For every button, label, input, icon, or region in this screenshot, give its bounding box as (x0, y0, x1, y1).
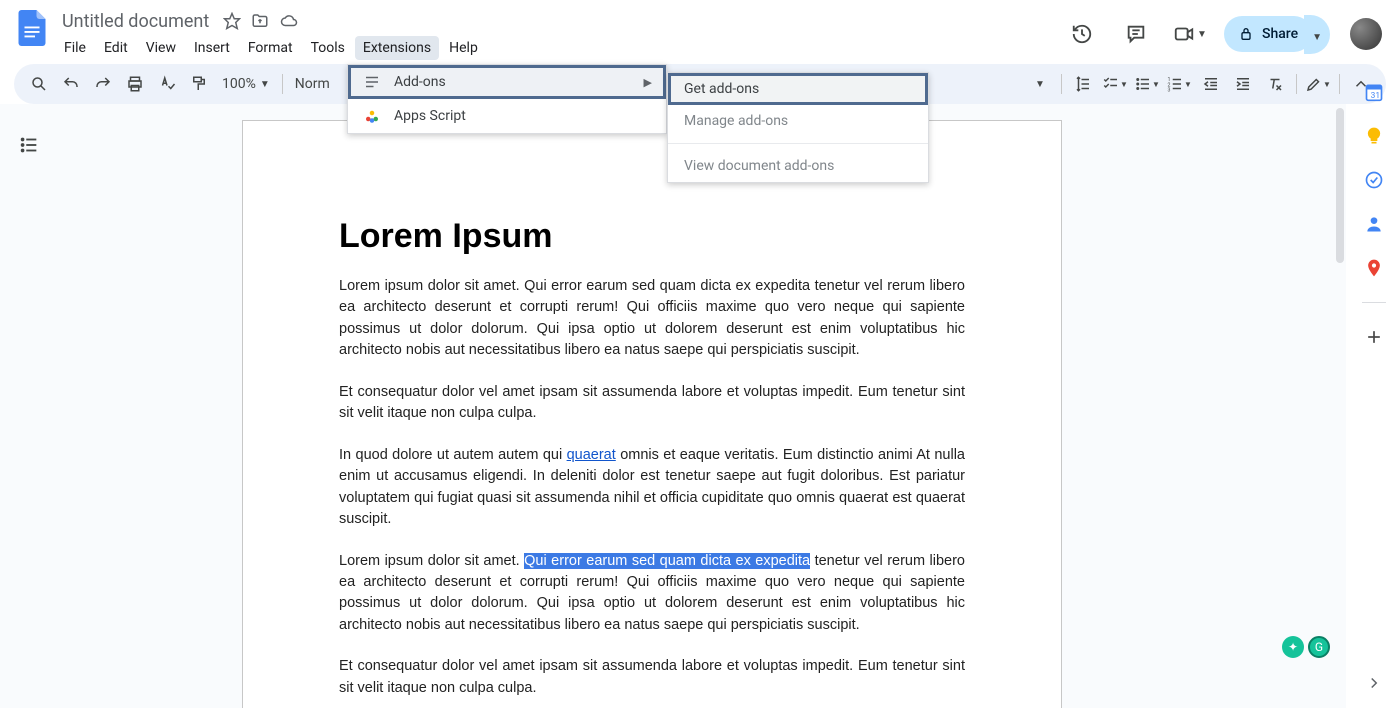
grammarly-icon[interactable]: G (1308, 636, 1330, 658)
maps-icon[interactable] (1364, 258, 1384, 278)
document-container: Lorem Ipsum Lorem ipsum dolor sit amet. … (0, 104, 1346, 708)
share-dropdown[interactable]: ▼ (1304, 15, 1330, 54)
apps-script-icon (362, 107, 382, 125)
doc-paragraph[interactable]: In quod dolore ut autem autem qui quaera… (339, 445, 965, 531)
chevron-right-icon: ▶ (644, 76, 652, 89)
keep-icon[interactable] (1364, 126, 1384, 146)
menu-label: Apps Script (394, 108, 466, 124)
menu-get-addons[interactable]: Get add-ons (668, 73, 928, 105)
menu-view[interactable]: View (138, 36, 184, 60)
undo-icon[interactable] (56, 69, 86, 99)
separator (1339, 74, 1340, 94)
addons-submenu: Get add-ons Manage add-ons View document… (667, 72, 929, 183)
document-page[interactable]: Lorem Ipsum Lorem ipsum dolor sit amet. … (242, 120, 1062, 708)
doc-paragraph[interactable]: Et consequatur dolor vel amet ipsam sit … (339, 382, 965, 425)
indent-increase-icon[interactable] (1228, 69, 1258, 99)
menu-label: Add-ons (394, 74, 446, 90)
cloud-icon[interactable] (279, 12, 299, 30)
scrollbar-thumb[interactable] (1336, 108, 1344, 263)
hide-panel-icon[interactable] (1365, 674, 1383, 692)
share-button[interactable]: Share (1224, 16, 1312, 52)
share-label: Share (1262, 26, 1298, 42)
redo-icon[interactable] (88, 69, 118, 99)
side-panel: 31 (1346, 66, 1400, 708)
docs-logo[interactable] (12, 8, 52, 48)
grammarly-assist-icon[interactable]: ✦ (1282, 636, 1304, 658)
menu-manage-addons[interactable]: Manage add-ons (668, 105, 928, 137)
tasks-icon[interactable] (1364, 170, 1384, 190)
meet-icon[interactable]: ▼ (1170, 14, 1210, 54)
edit-mode-icon[interactable]: ▼ (1303, 69, 1333, 99)
menu-insert[interactable]: Insert (186, 36, 238, 60)
user-avatar[interactable] (1350, 18, 1382, 50)
menu-edit[interactable]: Edit (96, 36, 136, 60)
separator (1362, 302, 1386, 303)
zoom-select[interactable]: 100%▼ (216, 76, 276, 92)
menu-format[interactable]: Format (240, 36, 301, 60)
separator (1061, 74, 1062, 94)
history-icon[interactable] (1062, 14, 1102, 54)
print-icon[interactable] (120, 69, 150, 99)
svg-text:31: 31 (1370, 91, 1379, 101)
contacts-icon[interactable] (1364, 214, 1384, 234)
extensions-dropdown: Add-ons ▶ Apps Script (347, 64, 667, 134)
calendar-icon[interactable]: 31 (1364, 82, 1384, 102)
star-icon[interactable] (223, 12, 241, 30)
style-select[interactable]: Norm (289, 76, 336, 92)
spellcheck-icon[interactable] (152, 69, 182, 99)
vertical-scrollbar[interactable] (1334, 104, 1346, 708)
app-header: Untitled document File Edit View Insert … (0, 0, 1400, 60)
doc-paragraph[interactable]: Lorem ipsum dolor sit amet. Qui error ea… (339, 276, 965, 362)
menu-bar: File Edit View Insert Format Tools Exten… (56, 34, 1062, 60)
paint-format-icon[interactable] (184, 69, 214, 99)
header-right: ▼ Share ▼ (1062, 8, 1388, 54)
doc-heading[interactable]: Lorem Ipsum (339, 217, 965, 256)
numbered-list-icon[interactable]: 123▼ (1164, 69, 1194, 99)
clear-format-icon[interactable] (1260, 69, 1290, 99)
doc-link[interactable]: quaerat (567, 447, 616, 463)
menu-extensions[interactable]: Extensions (355, 36, 439, 60)
menu-file[interactable]: File (56, 36, 94, 60)
add-icon[interactable] (1364, 327, 1384, 347)
title-area: Untitled document File Edit View Insert … (52, 8, 1062, 60)
bullet-list-icon[interactable]: ▼ (1132, 69, 1162, 99)
menu-addons[interactable]: Add-ons ▶ (348, 65, 666, 99)
doc-paragraph[interactable]: Et consequatur dolor vel amet ipsam sit … (339, 656, 965, 699)
grammarly-widget[interactable]: ✦ G (1282, 636, 1330, 658)
doc-paragraph[interactable]: Lorem ipsum dolor sit amet. Qui error ea… (339, 551, 965, 637)
outline-toggle-icon[interactable] (18, 134, 40, 156)
separator (282, 74, 283, 94)
checklist-icon[interactable]: ▼ (1100, 69, 1130, 99)
addons-icon (362, 73, 382, 91)
document-title[interactable]: Untitled document (56, 9, 215, 34)
separator (1296, 74, 1297, 94)
dropdown-icon[interactable]: ▼ (1025, 69, 1055, 99)
menu-apps-script[interactable]: Apps Script (348, 99, 666, 133)
menu-tools[interactable]: Tools (303, 36, 353, 60)
line-spacing-icon[interactable] (1068, 69, 1098, 99)
menu-help[interactable]: Help (441, 36, 486, 60)
comment-icon[interactable] (1116, 14, 1156, 54)
text-selection[interactable]: Qui error earum sed quam dicta ex expedi… (524, 553, 810, 569)
search-icon[interactable] (24, 69, 54, 99)
menu-view-doc-addons[interactable]: View document add-ons (668, 150, 928, 182)
svg-text:3: 3 (1168, 88, 1171, 94)
separator (668, 143, 928, 144)
move-icon[interactable] (251, 12, 269, 30)
indent-decrease-icon[interactable] (1196, 69, 1226, 99)
